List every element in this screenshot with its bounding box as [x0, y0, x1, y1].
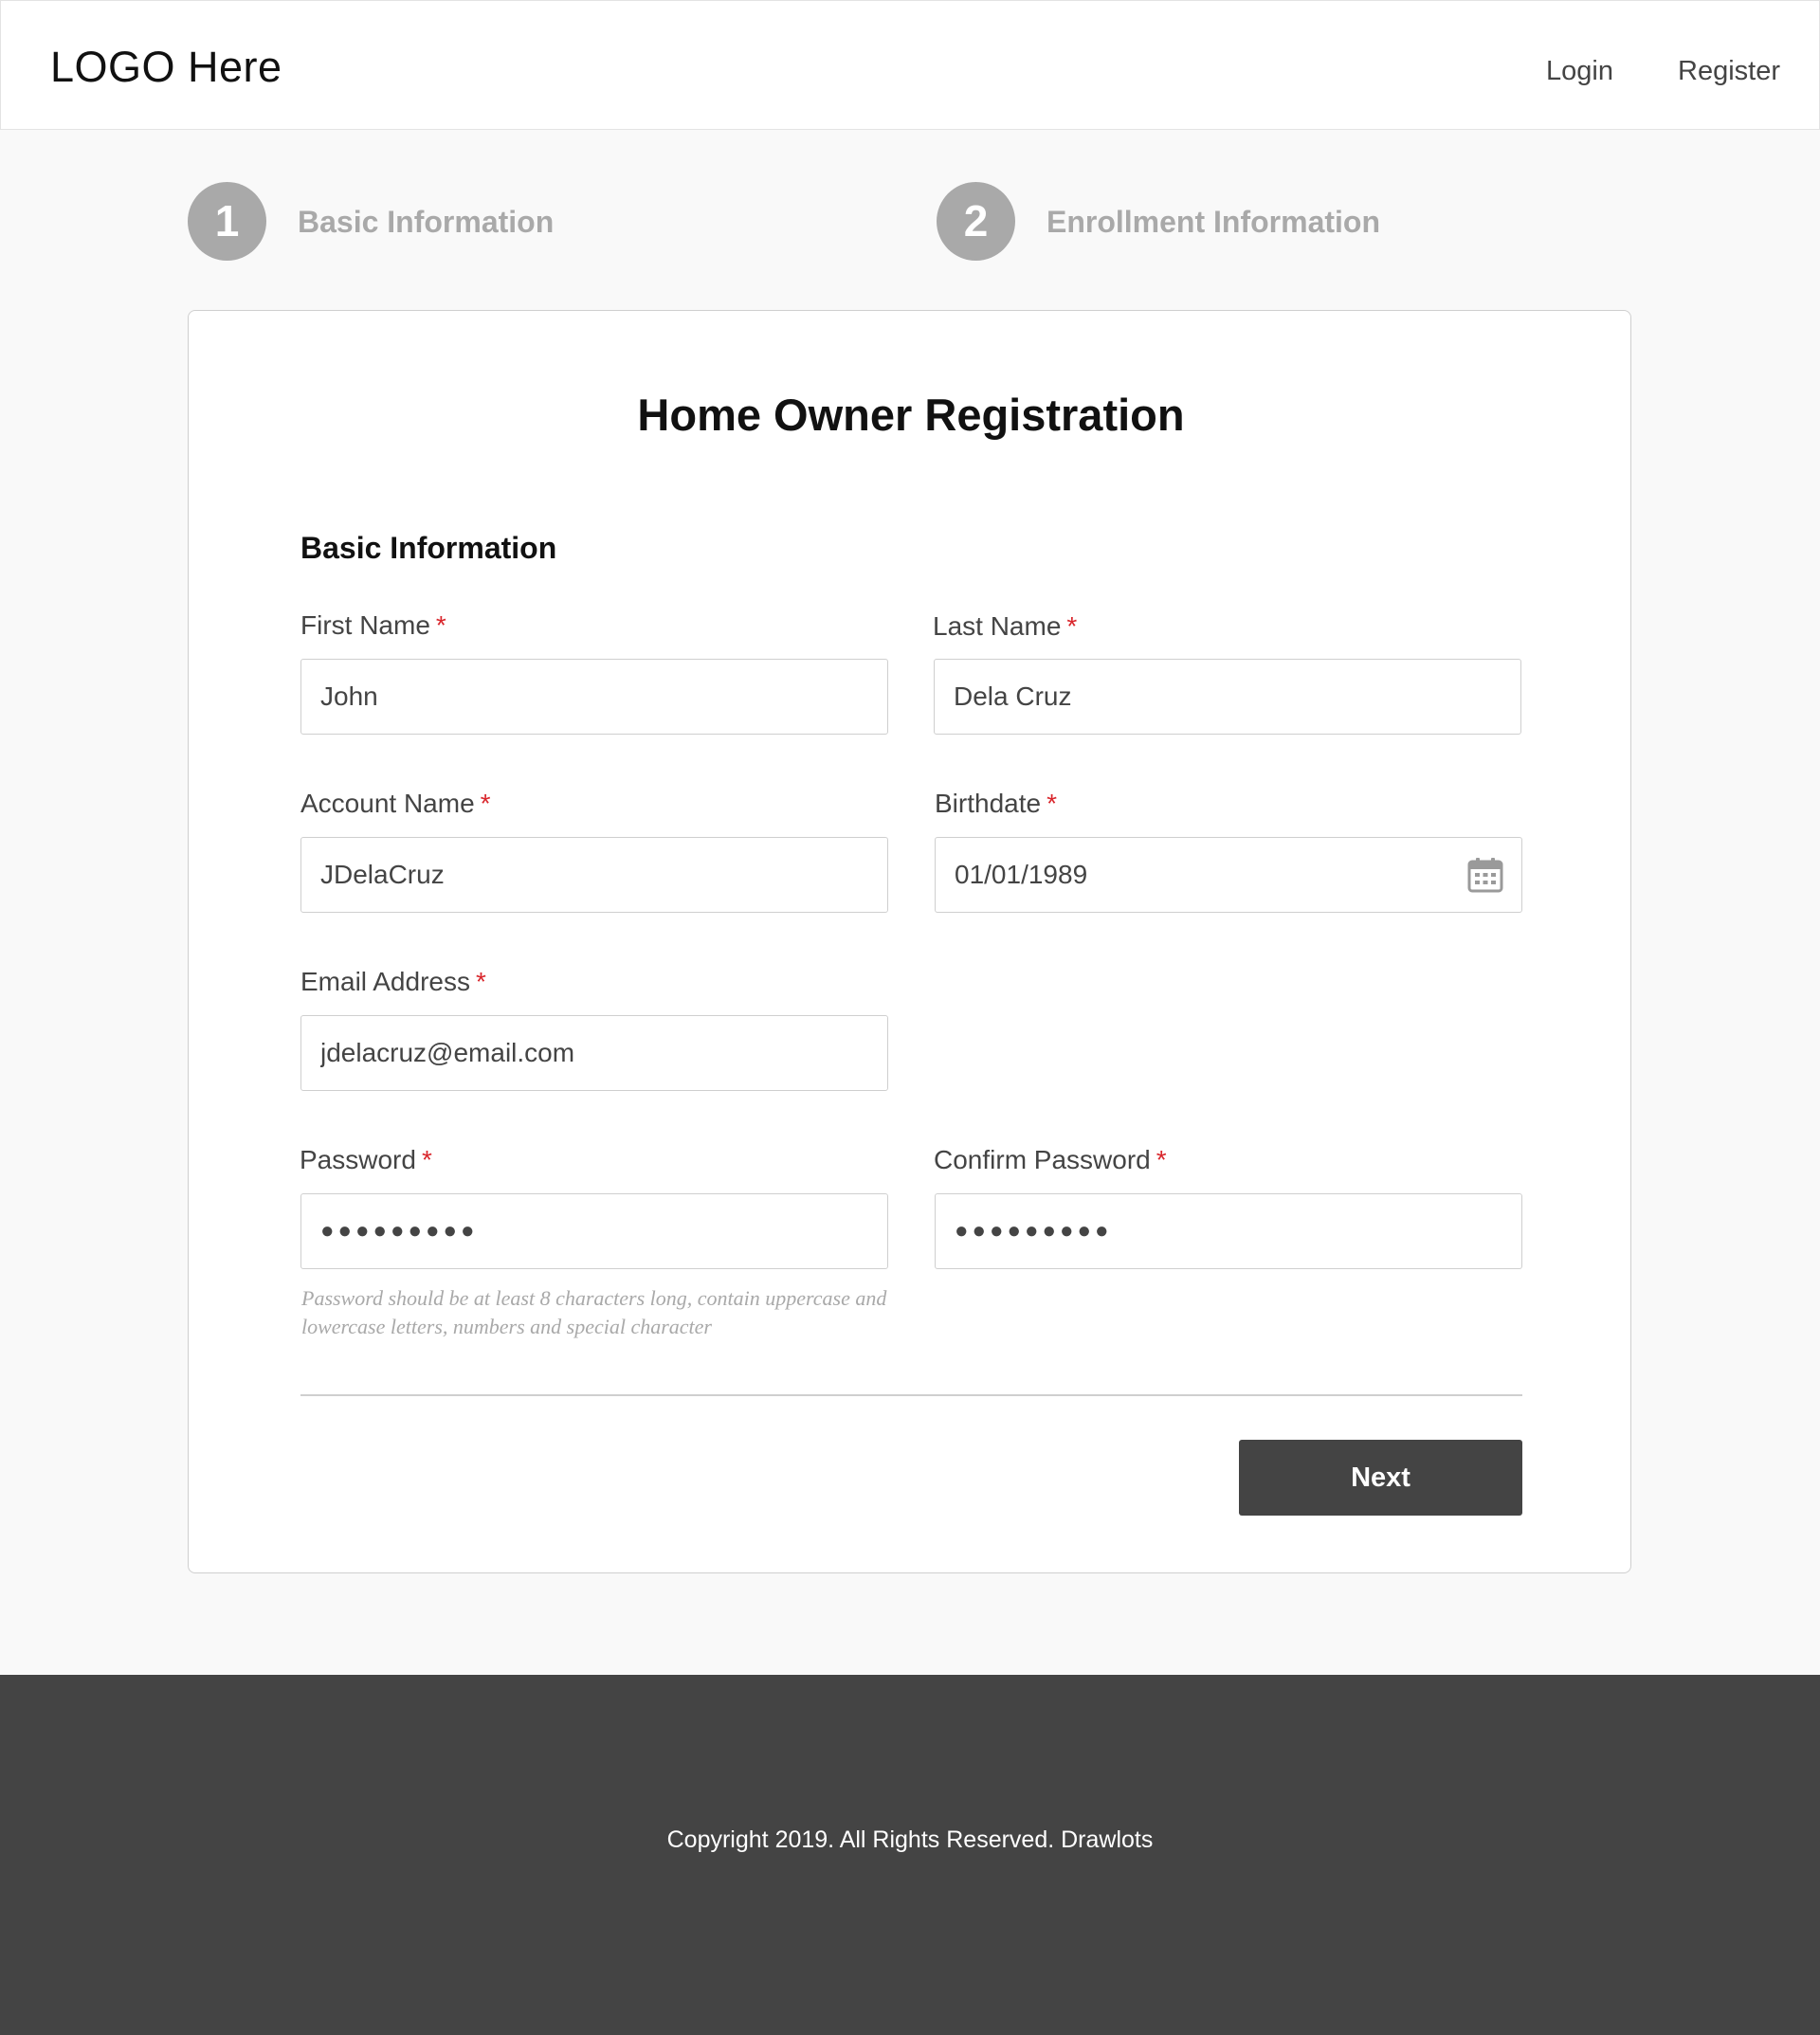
- password-label: Password *: [300, 1145, 432, 1175]
- password-label-text: Password: [300, 1145, 416, 1174]
- step-number-badge: 1: [188, 182, 266, 261]
- section-title: Basic Information: [300, 531, 557, 565]
- last-name-label-text: Last Name: [933, 611, 1062, 641]
- account-name-label-text: Account Name: [300, 789, 475, 818]
- email-label: Email Address *: [300, 967, 486, 997]
- first-name-label-text: First Name: [300, 610, 430, 640]
- step-label: Basic Information: [298, 205, 555, 239]
- required-marker: *: [435, 610, 446, 640]
- top-navbar: LOGO Here Login Register: [0, 0, 1820, 130]
- account-name-label: Account Name *: [300, 789, 491, 819]
- copyright-text: Copyright 2019. All Rights Reserved. Dra…: [666, 1826, 1154, 1853]
- first-name-label: First Name *: [300, 610, 446, 641]
- birthdate-label: Birthdate *: [935, 789, 1057, 819]
- calendar-icon[interactable]: [1467, 857, 1503, 893]
- password-input[interactable]: ●●●●●●●●●: [300, 1193, 888, 1269]
- next-button[interactable]: Next: [1239, 1440, 1522, 1516]
- last-name-input[interactable]: [934, 659, 1521, 735]
- first-name-input[interactable]: [300, 659, 888, 735]
- email-label-text: Email Address: [300, 967, 470, 996]
- logo[interactable]: LOGO Here: [50, 43, 282, 92]
- form-divider: [300, 1394, 1522, 1396]
- form-title: Home Owner Registration: [637, 390, 1185, 440]
- required-marker: *: [1066, 611, 1078, 641]
- step-label: Enrollment Information: [1046, 205, 1380, 239]
- birthdate-input[interactable]: [935, 837, 1522, 913]
- required-marker: *: [421, 1145, 432, 1174]
- last-name-label: Last Name *: [933, 611, 1077, 642]
- nav-login-link[interactable]: Login: [1546, 56, 1613, 87]
- footer: Copyright 2019. All Rights Reserved. Dra…: [0, 1675, 1820, 2035]
- confirm-password-label: Confirm Password *: [934, 1145, 1167, 1175]
- page: LOGO Here Login Register 1 Basic Informa…: [0, 0, 1820, 2035]
- confirm-password-input[interactable]: ●●●●●●●●●: [935, 1193, 1522, 1269]
- birthdate-label-text: Birthdate: [935, 789, 1042, 818]
- password-help-text: Password should be at least 8 characters…: [301, 1286, 887, 1338]
- account-name-input[interactable]: [300, 837, 888, 913]
- email-input[interactable]: [300, 1015, 888, 1091]
- nav-register-link[interactable]: Register: [1678, 56, 1780, 87]
- confirm-password-label-text: Confirm Password: [934, 1145, 1151, 1174]
- required-marker: *: [475, 967, 486, 996]
- registration-card: Home Owner Registration Basic Informatio…: [188, 310, 1631, 1573]
- required-marker: *: [480, 789, 491, 818]
- step-number-badge: 2: [937, 182, 1015, 261]
- required-marker: *: [1046, 789, 1057, 818]
- required-marker: *: [1156, 1145, 1167, 1174]
